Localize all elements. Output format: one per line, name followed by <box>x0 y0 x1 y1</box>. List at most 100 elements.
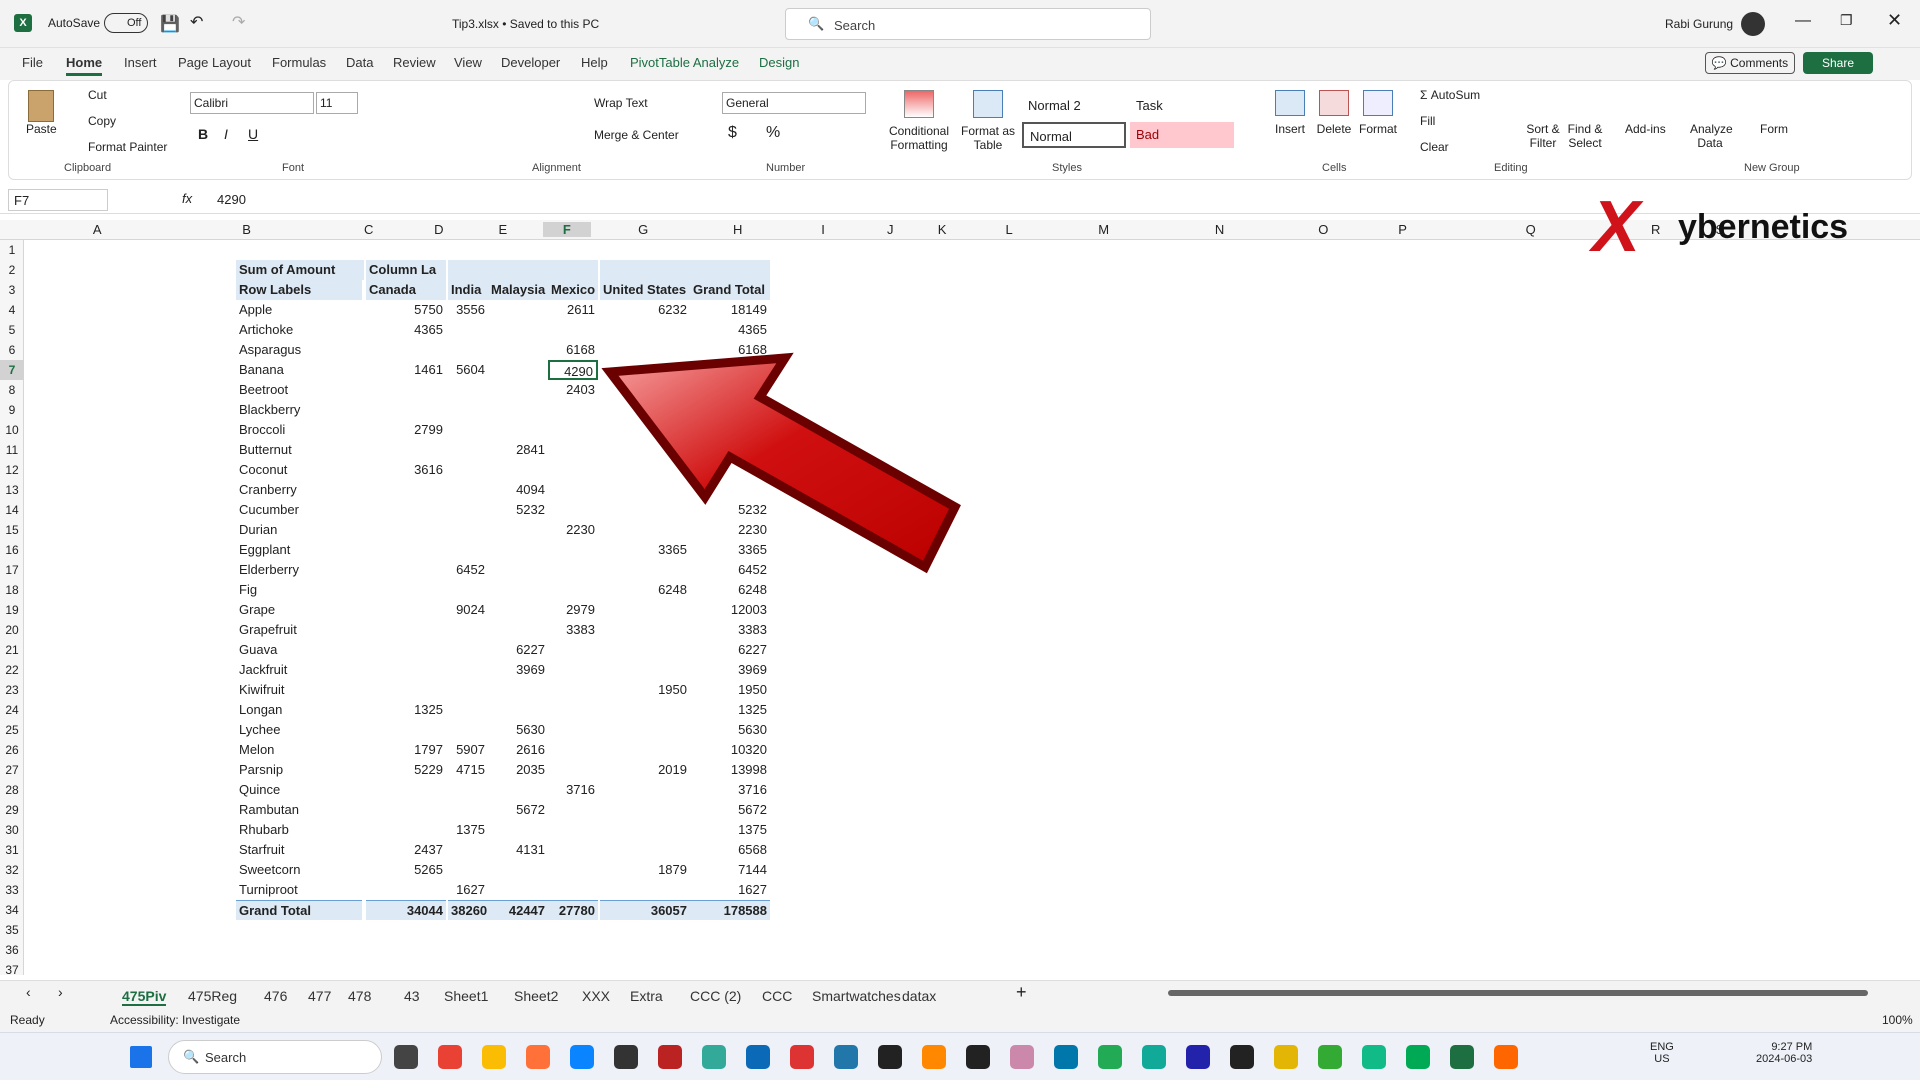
pivot-row-label[interactable]: Jackfruit <box>236 660 362 680</box>
pivot-row-label[interactable]: Blackberry <box>236 400 362 420</box>
taskbar-app-icon[interactable] <box>1450 1045 1474 1069</box>
conditional-formatting-button[interactable]: Conditional Formatting <box>886 90 952 152</box>
pivot-value[interactable] <box>366 440 446 460</box>
pivot-value[interactable]: 5907 <box>448 740 488 760</box>
pivot-grand-total[interactable]: 38260 <box>448 900 488 920</box>
file-name[interactable]: Tip3.xlsx • Saved to this PC <box>452 17 599 31</box>
taskbar-app-icon[interactable] <box>438 1045 462 1069</box>
pivot-value[interactable] <box>548 840 598 860</box>
pivot-value[interactable] <box>448 480 488 500</box>
column-header[interactable]: K <box>915 222 970 237</box>
pivot-value[interactable]: 4365 <box>366 320 446 340</box>
undo-icon[interactable]: ↶ <box>190 12 203 32</box>
pivot-value[interactable]: 2437 <box>366 840 446 860</box>
pivot-value[interactable] <box>600 720 690 740</box>
share-button[interactable]: Share <box>1803 52 1873 74</box>
row-header[interactable]: 17 <box>0 560 24 580</box>
pivot-value[interactable]: 5672 <box>488 800 548 820</box>
pivot-row-label[interactable]: Quince <box>236 780 362 800</box>
pivot-value[interactable] <box>488 320 548 340</box>
pivot-value[interactable] <box>448 380 488 400</box>
wrap-text-button[interactable]: Wrap Text <box>594 96 648 110</box>
pivot-row-label[interactable]: Parsnip <box>236 760 362 780</box>
pivot-value[interactable] <box>488 520 548 540</box>
row-header[interactable]: 24 <box>0 700 24 720</box>
pivot-value[interactable]: 18149 <box>690 300 770 320</box>
pivot-value[interactable]: 5604 <box>448 360 488 380</box>
pivot-grand-total[interactable]: Grand Total <box>236 900 362 920</box>
font-size-select[interactable]: 11 <box>316 92 358 114</box>
pivot-value[interactable] <box>448 840 488 860</box>
pivot-value[interactable] <box>548 880 598 900</box>
horizontal-scrollbar[interactable] <box>1168 990 1868 996</box>
row-header[interactable]: 15 <box>0 520 24 540</box>
taskbar-app-icon[interactable] <box>1010 1045 1034 1069</box>
pivot-row-label[interactable]: Cucumber <box>236 500 362 520</box>
column-header[interactable]: I <box>780 222 865 237</box>
tab-pivottable-analyze[interactable]: PivotTable Analyze <box>630 55 739 70</box>
pivot-row-label[interactable]: Butternut <box>236 440 362 460</box>
pivot-value[interactable] <box>366 500 446 520</box>
pivot-value[interactable] <box>366 800 446 820</box>
pivot-value[interactable] <box>448 720 488 740</box>
sheet-tab[interactable]: 43 <box>404 988 420 1004</box>
column-header[interactable]: H <box>695 222 780 237</box>
number-format-select[interactable]: General <box>722 92 866 114</box>
minimize-icon[interactable]: — <box>1795 12 1811 30</box>
pivot-value[interactable] <box>366 540 446 560</box>
column-header[interactable]: C <box>323 222 415 237</box>
scroll-left-icon[interactable]: ‹ <box>26 984 31 1000</box>
pivot-grand-total[interactable]: 178588 <box>690 900 770 920</box>
row-header[interactable]: 27 <box>0 760 24 780</box>
pivot-value[interactable] <box>488 400 548 420</box>
pivot-country-header[interactable]: Canada <box>366 280 446 300</box>
pivot-value[interactable] <box>548 680 598 700</box>
row-header[interactable]: 8 <box>0 380 24 400</box>
taskbar-app-icon[interactable] <box>1186 1045 1210 1069</box>
pivot-row-label[interactable]: Lychee <box>236 720 362 740</box>
autosum-button[interactable]: Σ AutoSum <box>1420 88 1480 102</box>
taskbar-app-icon[interactable] <box>1406 1045 1430 1069</box>
pivot-value[interactable] <box>548 800 598 820</box>
pivot-value[interactable]: 5630 <box>690 720 770 740</box>
pivot-value[interactable] <box>488 860 548 880</box>
row-header[interactable]: 34 <box>0 900 24 920</box>
pivot-value[interactable] <box>448 680 488 700</box>
tab-help[interactable]: Help <box>581 55 608 70</box>
pivot-column-labels[interactable]: Column La <box>366 260 446 280</box>
row-header[interactable]: 5 <box>0 320 24 340</box>
pivot-value[interactable] <box>600 320 690 340</box>
sheet-tab[interactable]: Sheet2 <box>514 988 558 1004</box>
pivot-value[interactable]: 3556 <box>448 300 488 320</box>
taskbar-app-icon[interactable] <box>878 1045 902 1069</box>
taskbar-app-icon[interactable] <box>1274 1045 1298 1069</box>
font-name-select[interactable]: Calibri <box>190 92 314 114</box>
pivot-row-label[interactable]: Turniproot <box>236 880 362 900</box>
pivot-value[interactable] <box>548 640 598 660</box>
style-normal2[interactable]: Normal 2 <box>1022 94 1126 118</box>
sheet-tab[interactable]: 476 <box>264 988 287 1004</box>
pivot-country-header[interactable]: Grand Total <box>690 280 770 300</box>
close-icon[interactable]: ✕ <box>1887 10 1902 31</box>
row-header[interactable]: 35 <box>0 920 24 940</box>
clock[interactable]: 9:27 PM 2024-06-03 <box>1756 1041 1812 1065</box>
row-header[interactable]: 7 <box>0 360 24 380</box>
pivot-value[interactable] <box>448 420 488 440</box>
row-header[interactable]: 32 <box>0 860 24 880</box>
taskbar-app-icon[interactable] <box>966 1045 990 1069</box>
row-header[interactable]: 18 <box>0 580 24 600</box>
tab-page-layout[interactable]: Page Layout <box>178 55 251 70</box>
pivot-value[interactable]: 5229 <box>366 760 446 780</box>
pivot-value[interactable] <box>448 400 488 420</box>
redo-icon[interactable]: ↷ <box>232 12 245 32</box>
pivot-value[interactable]: 1325 <box>690 700 770 720</box>
row-header[interactable]: 3 <box>0 280 24 300</box>
row-header[interactable]: 33 <box>0 880 24 900</box>
pivot-value[interactable] <box>448 320 488 340</box>
row-header[interactable]: 9 <box>0 400 24 420</box>
pivot-value[interactable]: 6452 <box>448 560 488 580</box>
pivot-value[interactable]: 4715 <box>448 760 488 780</box>
pivot-value[interactable] <box>600 660 690 680</box>
row-header[interactable]: 19 <box>0 600 24 620</box>
sheet-tab[interactable]: 475Piv <box>122 988 167 1006</box>
